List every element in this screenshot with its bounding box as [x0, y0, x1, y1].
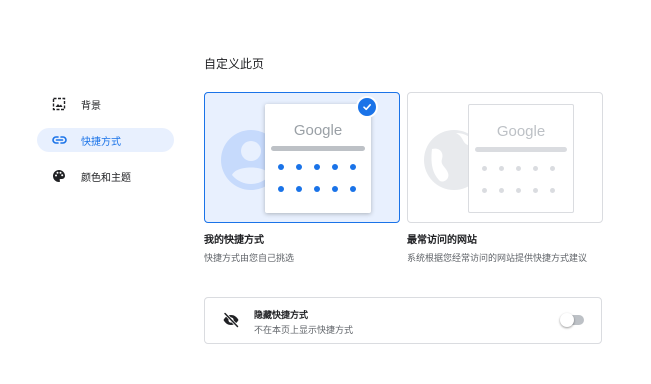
hide-shortcuts-row[interactable]: 隐藏快捷方式 不在本页上显示快捷方式: [204, 297, 602, 344]
hide-shortcuts-toggle[interactable]: [560, 313, 584, 327]
my-shortcuts-option[interactable]: Google: [204, 92, 400, 223]
most-visited-preview: Google: [468, 104, 574, 213]
my-shortcuts-title: 我的快捷方式: [204, 235, 264, 246]
my-shortcuts-description: 快捷方式由您自己挑选: [204, 254, 295, 264]
most-visited-description: 系统根据您经常访问的网站提供快捷方式建议: [407, 254, 588, 264]
hide-shortcuts-subtitle: 不在本页上显示快捷方式: [254, 326, 354, 336]
search-bar-placeholder: [271, 146, 365, 151]
search-bar-placeholder: [475, 147, 567, 152]
shortcuts-preview: Google: [265, 104, 371, 213]
link-icon: [51, 132, 67, 148]
sidebar-item-label: 快捷方式: [81, 136, 121, 148]
sidebar-item-colors-themes[interactable]: 颜色和主题: [37, 164, 174, 188]
hide-shortcuts-title: 隐藏快捷方式: [254, 311, 309, 321]
palette-icon: [51, 168, 67, 184]
sidebar-item-background[interactable]: 背景: [37, 92, 174, 116]
sidebar-item-label: 背景: [81, 100, 101, 112]
google-logo-text: Google: [496, 123, 546, 140]
toggle-knob: [560, 313, 574, 327]
shortcut-dots-row: [278, 164, 356, 170]
site-dots-row: [482, 188, 555, 193]
eye-off-icon: [222, 312, 240, 332]
google-logo-text: Google: [293, 122, 343, 139]
site-dots-row: [482, 166, 555, 171]
shortcut-dots-row: [278, 186, 356, 192]
sidebar-item-shortcuts[interactable]: 快捷方式: [37, 128, 174, 152]
page-title: 自定义此页: [204, 57, 265, 71]
most-visited-option[interactable]: Google: [407, 92, 603, 223]
sidebar-item-label: 颜色和主题: [81, 172, 131, 184]
check-icon: [358, 98, 376, 116]
most-visited-title: 最常访问的网站: [407, 235, 477, 246]
background-icon: [51, 96, 67, 112]
